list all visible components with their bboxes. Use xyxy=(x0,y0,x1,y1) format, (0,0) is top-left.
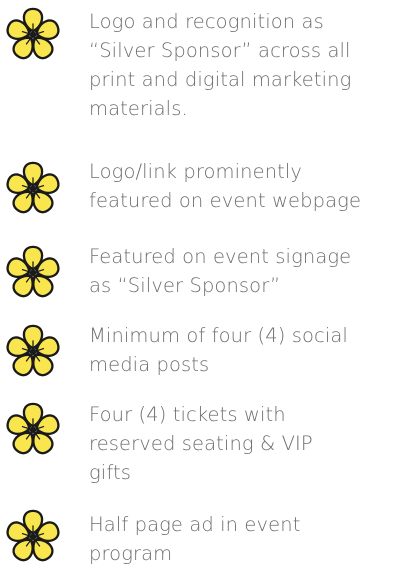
benefit-text: Logo/link prominently featured on event … xyxy=(89,160,362,212)
flower-icon xyxy=(4,323,62,381)
benefit-text: Four (4) tickets with reserved seating &… xyxy=(89,403,313,484)
benefit-text: Logo and recognition as “Silver Sponsor”… xyxy=(89,10,352,120)
flower-icon xyxy=(4,6,62,64)
benefit-text: Minimum of four (4) social media posts xyxy=(89,324,348,376)
flower-icon xyxy=(4,244,62,302)
flower-icon xyxy=(4,160,62,218)
flower-icon xyxy=(4,508,62,566)
benefit-text: Half page ad in event program xyxy=(89,513,301,565)
flower-icon xyxy=(4,401,62,459)
benefit-text: Featured on event signage as “Silver Spo… xyxy=(89,245,352,297)
